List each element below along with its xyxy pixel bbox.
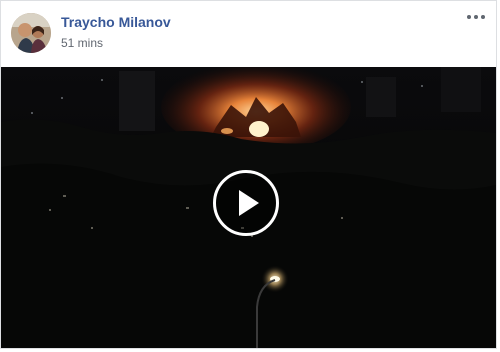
post-timestamp[interactable]: 51 mins (61, 36, 103, 50)
post-header: Traycho Milanov 51 mins (1, 1, 496, 67)
avatar-photo (11, 13, 51, 53)
dot (474, 15, 478, 19)
author-avatar[interactable] (11, 13, 51, 53)
play-icon (239, 190, 259, 216)
dot (481, 15, 485, 19)
video-player[interactable] (1, 67, 496, 348)
author-name-link[interactable]: Traycho Milanov (61, 14, 171, 30)
feed-post: Traycho Milanov 51 mins (0, 0, 497, 349)
play-button[interactable] (213, 170, 279, 236)
more-options-icon[interactable] (466, 9, 486, 25)
dot (467, 15, 471, 19)
